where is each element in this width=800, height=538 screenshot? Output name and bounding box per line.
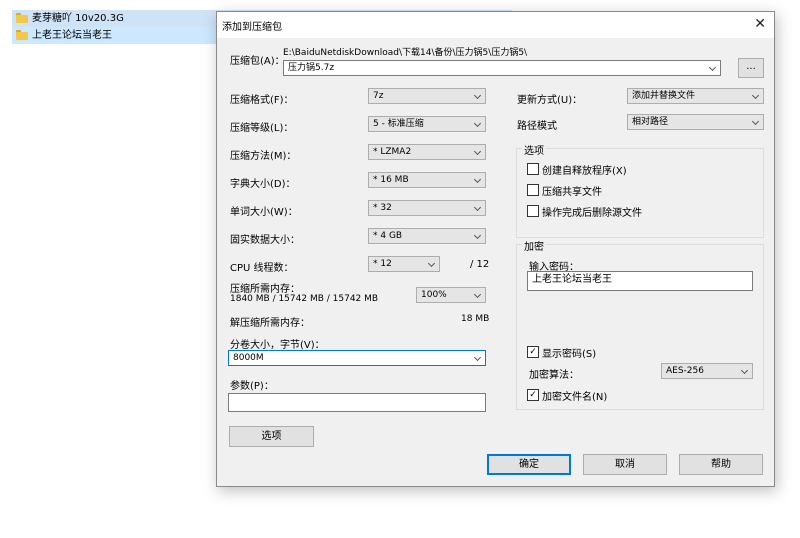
chevron-down-icon [475,233,481,239]
solid-value: * 4 GB [373,231,403,241]
sfx-label: 创建自释放程序(X) [542,166,627,177]
level-value: 5 - 标准压缩 [373,119,424,129]
cpu-value: * 12 [373,259,392,269]
cancel-button[interactable]: 取消 [583,454,667,475]
chevron-down-icon [710,65,716,71]
update-select[interactable]: 添加并替换文件 [627,88,764,104]
chevron-down-icon [475,292,481,298]
dict-label: 字典大小(D)： [230,179,296,190]
sfx-checkbox[interactable] [527,163,539,175]
add-to-archive-dialog: 添加到压缩包 ✕ 压缩包(A)： E:\BaiduNetdiskDownload… [216,11,775,487]
cpu-select[interactable]: * 12 [368,256,440,272]
cpu-label: CPU 线程数： [230,263,294,274]
archive-name-combo[interactable]: 压力锅5.7z [283,60,721,76]
chevron-down-icon [475,205,481,211]
chevron-down-icon [475,355,481,361]
encrypt-names-label: 加密文件名(N) [542,392,608,403]
method-label: 压缩方法(M)： [230,151,297,162]
show-password-checkbox[interactable]: ✓ [527,346,539,358]
method-value: * LZMA2 [373,147,412,157]
update-value: 添加并替换文件 [632,91,696,101]
file-name: 麦芽糖吖 10v20.3G [32,13,124,24]
format-select[interactable]: 7z [368,88,486,104]
solid-select[interactable]: * 4 GB [368,228,486,244]
folder-icon [16,13,28,23]
show-password-label: 显示密码(S) [542,349,597,360]
encrypt-names-checkbox[interactable]: ✓ [527,389,539,401]
enc-method-label: 加密算法： [529,370,579,381]
mem-detail: 1840 MB / 15742 MB / 15742 MB [230,294,379,304]
split-size-combo[interactable]: 8000M [228,350,486,366]
pathmode-select[interactable]: 相对路径 [627,114,764,130]
mem-percent-select[interactable]: 100% [416,287,486,303]
solid-label: 固实数据大小： [230,235,300,246]
word-value: * 32 [373,203,392,213]
chevron-down-icon [753,119,759,125]
word-select[interactable]: * 32 [368,200,486,216]
archive-name-value: 压力锅5.7z [288,63,335,73]
options-button[interactable]: 选项 [229,426,314,447]
close-icon[interactable]: ✕ [754,16,766,32]
pathmode-value: 相对路径 [632,117,669,127]
chevron-down-icon [475,149,481,155]
update-label: 更新方式(U)： [517,95,583,106]
mem-percent-value: 100% [421,290,447,300]
chevron-down-icon [753,93,759,99]
mem-label: 压缩所需内存： [230,284,300,295]
options-group-title: 选项 [522,142,546,157]
archive-label: 压缩包(A)： [230,56,285,67]
dict-value: * 16 MB [373,175,409,185]
delete-label: 操作完成后删除源文件 [542,208,642,219]
format-label: 压缩格式(F)： [230,95,294,106]
decomp-label: 解压缩所需内存： [230,318,310,329]
encrypt-group-title: 加密 [522,238,546,253]
help-button[interactable]: 帮助 [679,454,763,475]
chevron-down-icon [475,177,481,183]
dialog-title: 添加到压缩包 [222,22,282,33]
params-label: 参数(P)： [230,381,274,392]
level-label: 压缩等级(L)： [230,123,294,134]
chevron-down-icon [742,368,748,374]
dict-select[interactable]: * 16 MB [368,172,486,188]
password-input[interactable]: 上老王论坛当老王 [527,271,753,291]
title-bar[interactable]: 添加到压缩包 ✕ [217,12,774,38]
chevron-down-icon [475,93,481,99]
browse-button[interactable]: ... [738,58,764,78]
file-name: 上老王论坛当老王 [32,30,112,41]
chevron-down-icon [429,261,435,267]
word-label: 单词大小(W)： [230,207,298,218]
shared-label: 压缩共享文件 [542,187,602,198]
archive-path: E:\BaiduNetdiskDownload\下载14\备份\压力锅5\压力锅… [283,48,528,58]
cpu-total: / 12 [470,259,490,270]
pathmode-label: 路径模式 [517,121,557,132]
delete-checkbox[interactable] [527,205,539,217]
enc-method-select[interactable]: AES-256 [661,363,753,379]
split-label: 分卷大小，字节(V)： [230,340,325,351]
split-value: 8000M [233,353,264,363]
folder-icon [16,30,28,40]
ok-button[interactable]: 确定 [487,454,571,475]
params-input[interactable] [228,393,486,412]
method-select[interactable]: * LZMA2 [368,144,486,160]
format-value: 7z [373,91,384,101]
enc-method-value: AES-256 [666,366,704,376]
level-select[interactable]: 5 - 标准压缩 [368,116,486,132]
chevron-down-icon [475,121,481,127]
shared-checkbox[interactable] [527,184,539,196]
decomp-value: 18 MB [461,314,490,324]
